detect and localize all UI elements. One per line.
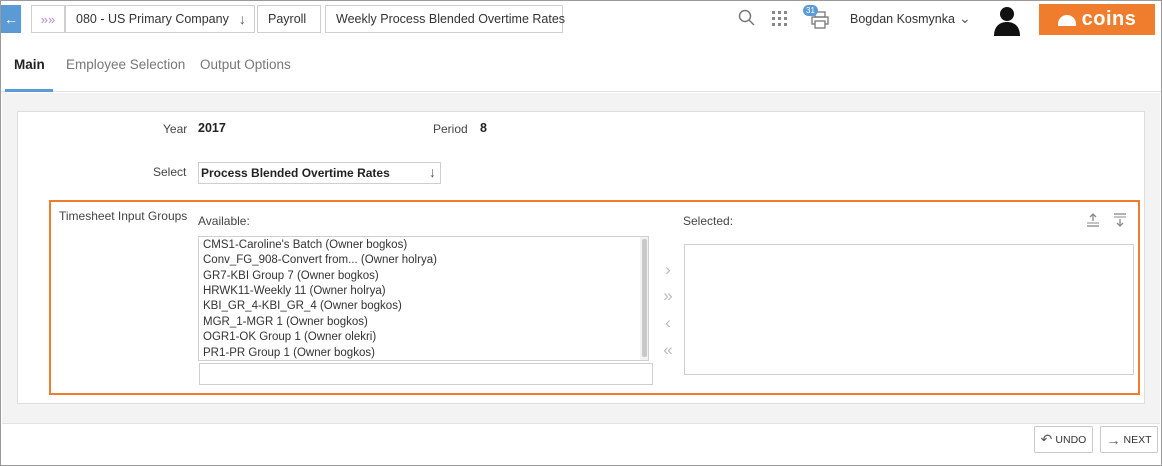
process-select-value: Process Blended Overtime Rates	[201, 166, 390, 180]
back-button[interactable]: ←	[1, 5, 21, 33]
arrow-down-icon: ↓	[429, 164, 436, 180]
apps-grid-icon[interactable]	[772, 11, 788, 31]
list-item[interactable]: KBI_GR_4-KBI_GR_4 (Owner bogkos)	[203, 300, 402, 312]
timesheet-groups-label: Timesheet Input Groups	[59, 209, 188, 223]
list-item[interactable]: CMS1-Caroline's Batch (Owner bogkos)	[203, 239, 407, 251]
breadcrumb-company-label: 080 - US Primary Company	[76, 12, 229, 26]
next-label: NEXT	[1123, 433, 1152, 446]
breadcrumb-company[interactable]: 080 - US Primary Company ↓	[65, 5, 255, 33]
active-tab-indicator	[5, 89, 53, 92]
available-filter-input[interactable]	[199, 363, 653, 385]
period-label: Period	[433, 122, 468, 136]
app-window: ← »» 080 - US Primary Company ↓ Payroll …	[0, 0, 1162, 466]
move-to-top-icon[interactable]	[1086, 213, 1100, 230]
arrow-right-icon: →	[1106, 431, 1121, 448]
user-name[interactable]: Bogdan Kosmynka	[850, 12, 955, 26]
undo-icon: ↶	[1040, 431, 1053, 447]
move-right-icon[interactable]: ›	[658, 260, 678, 280]
avatar[interactable]	[991, 4, 1023, 36]
chevron-down-icon[interactable]: ⌄	[959, 10, 971, 27]
available-list[interactable]: CMS1-Caroline's Batch (Owner bogkos) Con…	[198, 236, 649, 361]
breadcrumb-payroll-label: Payroll	[268, 12, 307, 26]
arrow-left-icon: ←	[4, 11, 18, 27]
selected-list[interactable]	[684, 244, 1134, 375]
footer-bar	[2, 423, 1160, 465]
list-item[interactable]: OGR1-OK Group 1 (Owner olekri)	[203, 331, 376, 343]
arrow-down-icon: ↓	[238, 11, 246, 27]
move-left-icon[interactable]: ‹	[658, 313, 678, 333]
tab-employee-selection[interactable]: Employee Selection	[66, 57, 185, 72]
list-item[interactable]: MGR_1-MGR 1 (Owner bogkos)	[203, 316, 368, 328]
breadcrumb-page-label: Weekly Process Blended Overtime Rates	[336, 12, 566, 26]
chevrons-right-icon: »»	[40, 11, 56, 27]
search-icon[interactable]	[738, 9, 756, 32]
year-value: 2017	[198, 121, 226, 135]
list-item[interactable]: PR1-PR Group 1 (Owner bogkos)	[203, 347, 375, 359]
next-button[interactable]: → NEXT	[1100, 426, 1158, 453]
tab-main[interactable]: Main	[14, 57, 45, 72]
move-to-bottom-icon[interactable]	[1113, 213, 1127, 230]
print-count-badge: 31	[803, 5, 818, 16]
breadcrumb-payroll[interactable]: Payroll	[257, 5, 321, 33]
year-label: Year	[163, 122, 188, 136]
process-select[interactable]: Process Blended Overtime Rates ↓	[198, 162, 441, 184]
list-item[interactable]: Conv_FG_908-Convert from... (Owner holry…	[203, 254, 437, 266]
available-label: Available:	[198, 214, 250, 228]
logo-text: coins	[1081, 8, 1137, 30]
select-label: Select	[153, 165, 187, 179]
scrollbar-thumb[interactable]	[642, 239, 647, 357]
list-item[interactable]: GR7-KBI Group 7 (Owner bogkos)	[203, 270, 379, 282]
undo-label: UNDO	[1055, 433, 1087, 446]
period-value: 8	[480, 121, 487, 135]
coins-logo: coins	[1039, 4, 1155, 35]
list-item[interactable]: HRWK11-Weekly 11 (Owner holrya)	[203, 285, 386, 297]
top-bar: ← »» 080 - US Primary Company ↓ Payroll …	[1, 1, 1161, 39]
breadcrumb-home[interactable]: »»	[31, 5, 65, 33]
selected-label: Selected:	[683, 214, 734, 228]
print-queue-button[interactable]: 31	[803, 5, 831, 31]
move-all-left-icon[interactable]: «	[658, 340, 678, 360]
undo-button[interactable]: ↶ UNDO	[1034, 426, 1093, 453]
tab-output-options[interactable]: Output Options	[200, 57, 291, 72]
tab-bar: Main Employee Selection Output Options	[1, 39, 1161, 92]
available-list-scrollbar[interactable]	[640, 237, 648, 360]
breadcrumb-page[interactable]: Weekly Process Blended Overtime Rates	[325, 5, 566, 33]
user-silhouette-icon	[994, 7, 1020, 36]
move-all-right-icon[interactable]: »	[658, 286, 678, 306]
hard-hat-icon	[1057, 15, 1076, 26]
